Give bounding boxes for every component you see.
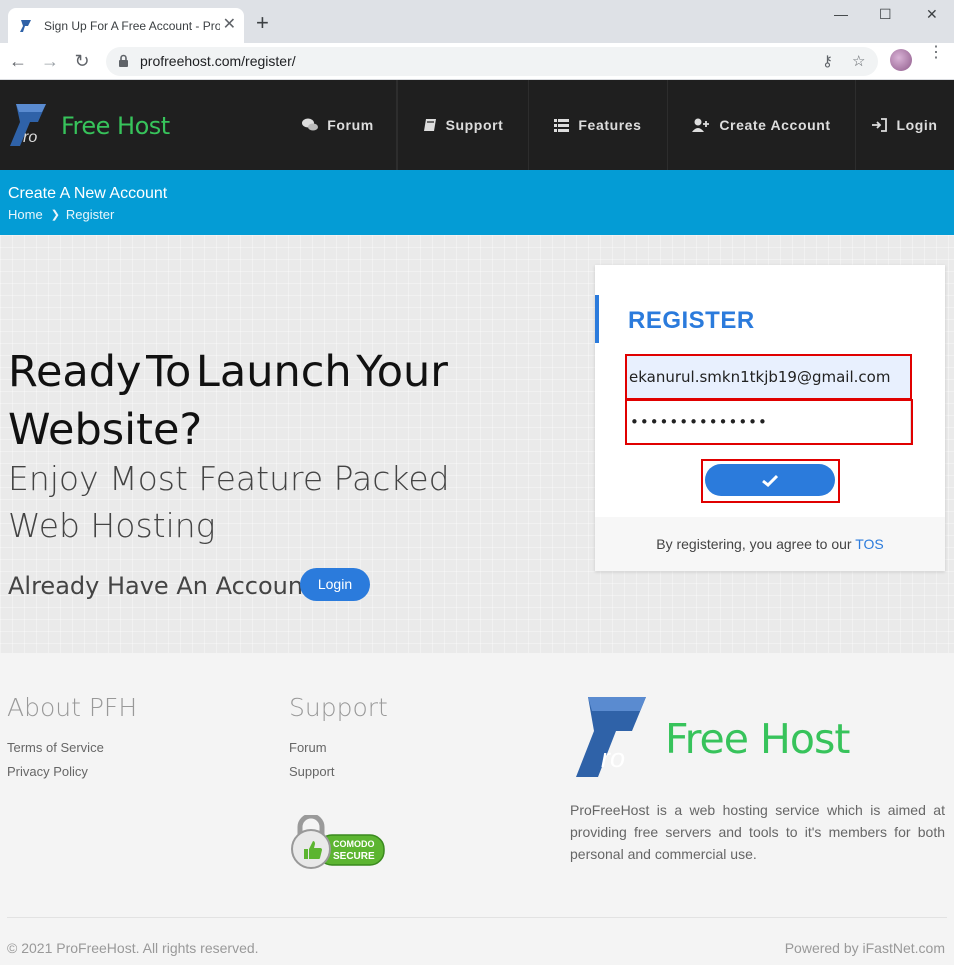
footer-support-link[interactable]: Support <box>289 764 335 779</box>
headline-word: To <box>146 347 192 397</box>
privacy-policy-link[interactable]: Privacy Policy <box>7 764 88 779</box>
register-title: REGISTER <box>628 307 755 334</box>
footer-logo-text: Free Host <box>665 715 850 763</box>
breadcrumb-current: Register <box>65 207 115 222</box>
nav-forum-label: Forum <box>327 117 374 133</box>
logo-text[interactable]: Free Host <box>61 112 170 140</box>
headline-word: Ready <box>8 347 142 397</box>
nav-login-label: Login <box>896 117 938 133</box>
nav-support[interactable]: Support <box>397 80 529 170</box>
svg-text:ro: ro <box>23 129 37 146</box>
site-footer: About PFH Terms of Service Privacy Polic… <box>0 653 954 965</box>
breadcrumb-home[interactable]: Home <box>8 207 43 222</box>
nav-forum[interactable]: Forum <box>280 80 397 170</box>
back-icon[interactable]: ← <box>8 51 28 71</box>
password-highlight-box <box>625 399 913 445</box>
profile-avatar[interactable] <box>890 49 912 71</box>
browser-menu-icon[interactable]: ⋮ <box>928 45 944 61</box>
page-banner: Create A New Account Home ❯ Register <box>0 170 954 235</box>
terms-of-service-link[interactable]: Terms of Service <box>7 740 104 755</box>
minimize-icon[interactable]: — <box>834 6 848 22</box>
reload-icon[interactable]: ↻ <box>72 51 92 71</box>
sign-in-icon <box>872 118 888 132</box>
new-tab-icon[interactable]: + <box>256 12 269 34</box>
nav-login[interactable]: Login <box>856 80 954 170</box>
lock-icon <box>119 54 128 67</box>
list-icon <box>554 118 570 132</box>
headline-word: Your <box>356 347 448 397</box>
card-accent-bar <box>595 295 599 343</box>
footer-forum-link[interactable]: Forum <box>289 740 327 755</box>
hero-login-button[interactable]: Login <box>300 568 370 601</box>
hero-headline: Ready To Launch Your Website? <box>8 343 448 459</box>
nav-features-label: Features <box>578 117 642 133</box>
hero-subheadline: Enjoy Most Feature Packed Web Hosting <box>8 459 450 545</box>
site-favicon-icon <box>20 19 31 32</box>
svg-text:ro: ro <box>601 743 625 773</box>
powered-by-link[interactable]: Powered by iFastNet.com <box>785 940 945 956</box>
support-heading: Support <box>289 693 388 722</box>
terms-notice: By registering, you agree to our TOS <box>595 517 945 571</box>
tos-link[interactable]: TOS <box>855 536 884 552</box>
comodo-bottom-text: SECURE <box>333 851 375 862</box>
breadcrumb: Home ❯ Register <box>8 207 114 222</box>
headline-line2: Website? <box>8 405 203 455</box>
footer-divider <box>7 917 947 918</box>
user-plus-icon <box>692 118 710 132</box>
close-tab-icon[interactable]: ✕ <box>223 17 236 33</box>
bookmark-star-icon[interactable]: ☆ <box>852 52 865 70</box>
comodo-top-text: COMODO <box>333 839 375 849</box>
about-heading: About PFH <box>7 693 138 722</box>
site-header: ro Free Host Forum Support Features Crea… <box>0 80 954 170</box>
tab-title: Sign Up For A Free Account - Pro <box>44 18 220 33</box>
url-text: profreehost.com/register/ <box>140 53 296 69</box>
address-bar[interactable]: profreehost.com/register/ ⚷ ☆ <box>106 47 878 76</box>
nav-support-label: Support <box>445 117 504 133</box>
comments-icon <box>302 118 319 131</box>
close-window-icon[interactable]: ✕ <box>926 6 938 23</box>
browser-toolbar: ← → ↻ profreehost.com/register/ ⚷ ☆ ⋮ <box>0 43 954 80</box>
nav-create-account[interactable]: Create Account <box>668 80 856 170</box>
book-icon <box>423 119 436 131</box>
email-highlight-box <box>625 354 912 400</box>
profreehost-logo-icon[interactable]: ro <box>6 100 50 150</box>
browser-tab[interactable]: Sign Up For A Free Account - Pro ✕ <box>8 8 244 43</box>
comodo-secure-badge-icon: COMODO SECURE <box>291 815 385 869</box>
forward-icon[interactable]: → <box>40 51 60 71</box>
page-title: Create A New Account <box>8 185 168 202</box>
nav-create-account-label: Create Account <box>719 117 831 133</box>
copyright-text: © 2021 ProFreeHost. All rights reserved. <box>7 940 259 956</box>
maximize-icon[interactable]: ☐ <box>879 6 892 23</box>
key-icon[interactable]: ⚷ <box>822 52 833 70</box>
nav-features[interactable]: Features <box>529 80 668 170</box>
chevron-right-icon: ❯ <box>50 209 60 221</box>
submit-highlight-box <box>701 459 840 503</box>
browser-tab-bar: Sign Up For A Free Account - Pro ✕ + — ☐… <box>0 0 954 43</box>
footer-logo-icon: ro <box>576 697 646 777</box>
footer-description: ProFreeHost is a web hosting service whi… <box>570 802 945 862</box>
terms-notice-text: By registering, you agree to our <box>656 536 856 552</box>
already-have-account-text: Already Have An Account! <box>8 572 323 600</box>
headline-word: Launch <box>195 347 352 397</box>
